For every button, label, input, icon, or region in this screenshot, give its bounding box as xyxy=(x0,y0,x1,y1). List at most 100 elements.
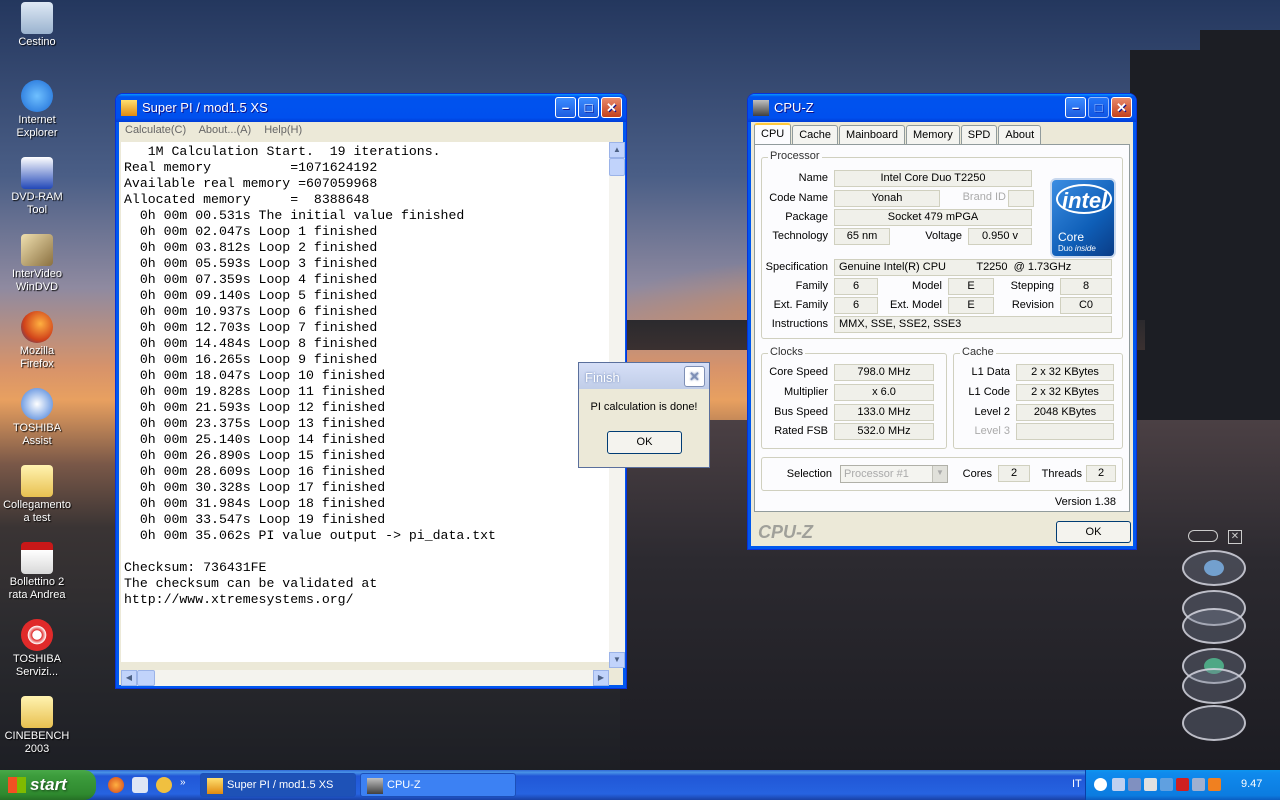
task-superpi[interactable]: Super PI / mod1.5 XS xyxy=(200,773,356,797)
tab-memory[interactable]: Memory xyxy=(906,125,960,145)
widget-add-icon[interactable] xyxy=(1182,550,1246,586)
cache-group: Cache L1 Data 2 x 32 KBytes L1 Code 2 x … xyxy=(953,346,1123,449)
desktop-icon-toshiba-assist[interactable]: TOSHIBA Assist xyxy=(2,388,72,448)
desktop-icon-shortcut-test[interactable]: Collegamento a test xyxy=(2,465,72,525)
maximize-button[interactable]: □ xyxy=(578,97,599,118)
console-line: 1M Calculation Start. 19 iterations. xyxy=(124,144,441,159)
rated-fsb-value: 532.0 MHz xyxy=(834,423,934,440)
desktop-icon-windvd[interactable]: InterVideo WinDVD xyxy=(2,234,72,294)
l1-data-value: 2 x 32 KBytes xyxy=(1016,364,1114,381)
desktop-icon-label: Mozilla Firefox xyxy=(19,345,55,370)
threads-value: 2 xyxy=(1086,465,1116,482)
console-line: 0h 00m 05.593s Loop 3 finished xyxy=(124,256,378,271)
dialog-message: PI calculation is done! xyxy=(590,401,698,413)
clock-quicklaunch-icon[interactable] xyxy=(156,777,172,793)
start-button[interactable]: start xyxy=(0,770,96,800)
cpuz-brand-logo: CPU-Z xyxy=(758,522,813,542)
minimize-button[interactable]: – xyxy=(555,97,576,118)
scroll-up-icon[interactable]: ▲ xyxy=(609,142,625,158)
finish-dialog: Finish ✕ PI calculation is done! OK xyxy=(578,362,710,468)
close-button[interactable]: ✕ xyxy=(601,97,622,118)
city-buildings xyxy=(1130,50,1280,430)
tray-ati-icon[interactable] xyxy=(1176,778,1189,791)
widget-bar-handle-icon[interactable] xyxy=(1188,530,1218,542)
scroll-thumb[interactable] xyxy=(609,158,625,176)
name-value: Intel Core Duo T2250 xyxy=(834,170,1032,187)
window-title: Super PI / mod1.5 XS xyxy=(142,100,268,115)
codename-label: Code Name xyxy=(769,192,828,204)
ok-button[interactable]: OK xyxy=(607,431,682,454)
desktop-icon-bollettino[interactable]: Bollettino 2 rata Andrea xyxy=(2,542,72,602)
desktop-icon-firefox[interactable]: Mozilla Firefox xyxy=(2,311,72,371)
recycle-bin-icon xyxy=(21,2,53,34)
tray-wireless-icon[interactable] xyxy=(1160,778,1173,791)
close-button[interactable]: ✕ xyxy=(684,366,705,387)
desktop-icon-internet-explorer[interactable]: Internet Explorer xyxy=(2,80,72,140)
tray-user-icon[interactable] xyxy=(1112,778,1125,791)
processor-group: Processor Name Intel Core Duo T2250 Code… xyxy=(761,150,1123,339)
toshiba-assist-icon xyxy=(21,388,53,420)
scroll-right-icon[interactable]: ▶ xyxy=(593,670,609,686)
firefox-quicklaunch-icon[interactable] xyxy=(108,777,124,793)
tab-mainboard[interactable]: Mainboard xyxy=(839,125,906,145)
console-line: 0h 00m 12.703s Loop 7 finished xyxy=(124,320,378,335)
processor-select[interactable]: Processor #1 ▼ xyxy=(840,465,948,483)
desktop-quicklaunch-icon[interactable] xyxy=(132,777,148,793)
desktop-icon-cinebench[interactable]: CINEBENCH 2003 xyxy=(2,696,72,756)
cpuz-task-icon xyxy=(367,778,383,794)
desktop-icon-label: Cestino xyxy=(18,36,56,48)
system-tray: 9.47 xyxy=(1085,770,1280,800)
tray-security-icon[interactable] xyxy=(1208,778,1221,791)
instructions-label: Instructions xyxy=(771,318,828,330)
desktop-icon-dvd-ram-tool[interactable]: DVD-RAM Tool xyxy=(2,157,72,217)
widget-disc-2-icon[interactable] xyxy=(1182,608,1246,644)
desktop-icon-toshiba-servizi[interactable]: TOSHIBA Servizi... xyxy=(2,619,72,679)
l1-code-value: 2 x 32 KBytes xyxy=(1016,384,1114,401)
console-line: 0h 00m 31.984s Loop 18 finished xyxy=(124,496,386,511)
widget-signal-icon[interactable] xyxy=(1182,705,1246,741)
menu-calculate[interactable]: Calculate(C) xyxy=(125,124,186,136)
cpuz-app-icon xyxy=(753,100,769,116)
tray-settings-icon[interactable] xyxy=(1192,778,1205,791)
tab-cache[interactable]: Cache xyxy=(792,125,839,145)
tab-cpu[interactable]: CPU xyxy=(754,123,792,145)
tray-expand-icon[interactable] xyxy=(1094,778,1107,791)
superpi-window: Super PI / mod1.5 XS – □ ✕ Calculate(C) … xyxy=(115,93,627,689)
scroll-thumb[interactable] xyxy=(137,670,155,686)
desktop-icon-label: DVD-RAM Tool xyxy=(11,191,63,216)
internet-explorer-icon xyxy=(21,80,53,112)
tab-spd[interactable]: SPD xyxy=(960,125,998,145)
level3-label: Level 3 xyxy=(974,425,1010,437)
menu-help[interactable]: Help(H) xyxy=(264,124,302,136)
finish-titlebar[interactable]: Finish ✕ xyxy=(579,363,709,389)
tab-about[interactable]: About xyxy=(998,125,1042,145)
tray-network-icon[interactable] xyxy=(1128,778,1141,791)
cpuz-titlebar[interactable]: CPU-Z – □ ✕ xyxy=(748,94,1136,122)
scroll-down-icon[interactable]: ▼ xyxy=(609,652,625,668)
menu-about[interactable]: About...(A) xyxy=(199,124,252,136)
brandid-value xyxy=(1008,190,1034,207)
tray-volume-icon[interactable] xyxy=(1144,778,1157,791)
windvd-icon xyxy=(21,234,53,266)
brandid-label: Brand ID xyxy=(962,191,1006,203)
console-line: 0h 00m 10.937s Loop 6 finished xyxy=(124,304,378,319)
task-cpuz[interactable]: CPU-Z xyxy=(360,773,516,797)
ok-button[interactable]: OK xyxy=(1056,521,1131,543)
l1-code-label: L1 Code xyxy=(968,386,1010,398)
console-line: 0h 00m 14.484s Loop 8 finished xyxy=(124,336,378,351)
widget-network-icon[interactable] xyxy=(1182,668,1246,704)
ext-family-value: 6 xyxy=(834,297,878,314)
desktop-icon-recycle-bin[interactable]: Cestino xyxy=(2,2,72,49)
widget-close-icon[interactable]: ✕ xyxy=(1228,530,1242,544)
scroll-left-icon[interactable]: ◀ xyxy=(121,670,137,686)
close-button[interactable]: ✕ xyxy=(1111,97,1132,118)
horizontal-scrollbar[interactable]: ◀ ▶ xyxy=(121,670,609,686)
output-console[interactable]: 1M Calculation Start. 19 iterations. Real… xyxy=(121,142,609,662)
voltage-label: Voltage xyxy=(925,230,962,242)
name-label: Name xyxy=(798,172,828,184)
core-speed-label: Core Speed xyxy=(769,366,828,378)
superpi-titlebar[interactable]: Super PI / mod1.5 XS – □ ✕ xyxy=(116,94,626,122)
quicklaunch-more-icon[interactable]: » xyxy=(180,777,190,793)
minimize-button[interactable]: – xyxy=(1065,97,1086,118)
language-indicator[interactable]: IT xyxy=(1072,778,1082,790)
